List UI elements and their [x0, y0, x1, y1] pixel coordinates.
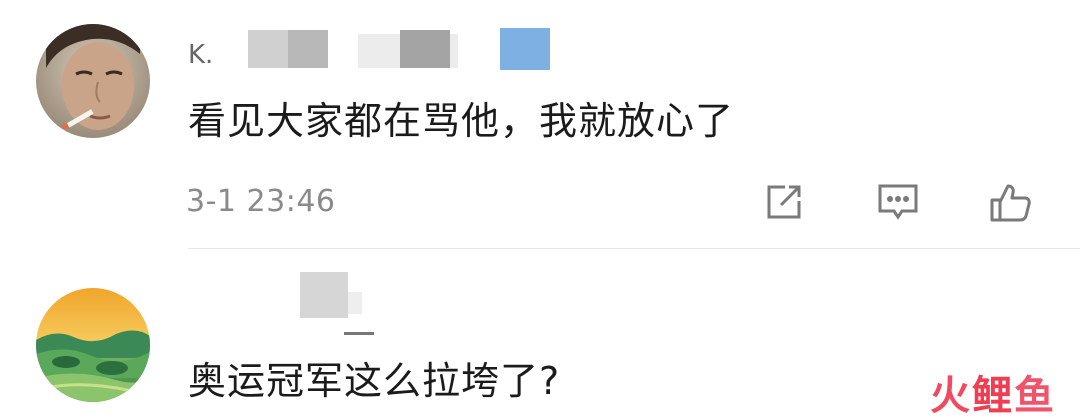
- redaction-block: [348, 292, 362, 314]
- comment-text: 奥运冠军这么拉垮了?: [188, 359, 561, 403]
- username-redacted: K.: [188, 26, 568, 72]
- redaction-block: [344, 332, 374, 335]
- comment-divider: [188, 248, 1080, 249]
- thumbs-up-icon[interactable]: [986, 178, 1034, 226]
- comment-timestamp: 3-1 23:46: [186, 184, 336, 219]
- username-partial: K.: [188, 40, 214, 70]
- watermark-char: 鲤: [972, 373, 1014, 419]
- redaction-block: [300, 272, 348, 318]
- redaction-block: [288, 30, 328, 68]
- avatar[interactable]: [36, 288, 150, 402]
- watermark-char: 鱼: [1014, 373, 1056, 419]
- username-redacted: [188, 272, 408, 335]
- redaction-block: [248, 30, 288, 68]
- redaction-block: [500, 28, 550, 70]
- share-icon[interactable]: [760, 178, 808, 226]
- redaction-block: [400, 30, 450, 68]
- comment-item: K. 看见大家都在骂他，我就放心了 3-1 23:46: [0, 0, 1080, 260]
- watermark-logo: 火鲤鱼: [930, 372, 1056, 420]
- comment-item: 奥运冠军这么拉垮了?: [0, 260, 1080, 420]
- comment-text: 看见大家都在骂他，我就放心了: [188, 99, 735, 143]
- watermark-char: 火: [930, 373, 972, 419]
- comment-icon[interactable]: [874, 178, 922, 226]
- avatar[interactable]: [36, 24, 150, 138]
